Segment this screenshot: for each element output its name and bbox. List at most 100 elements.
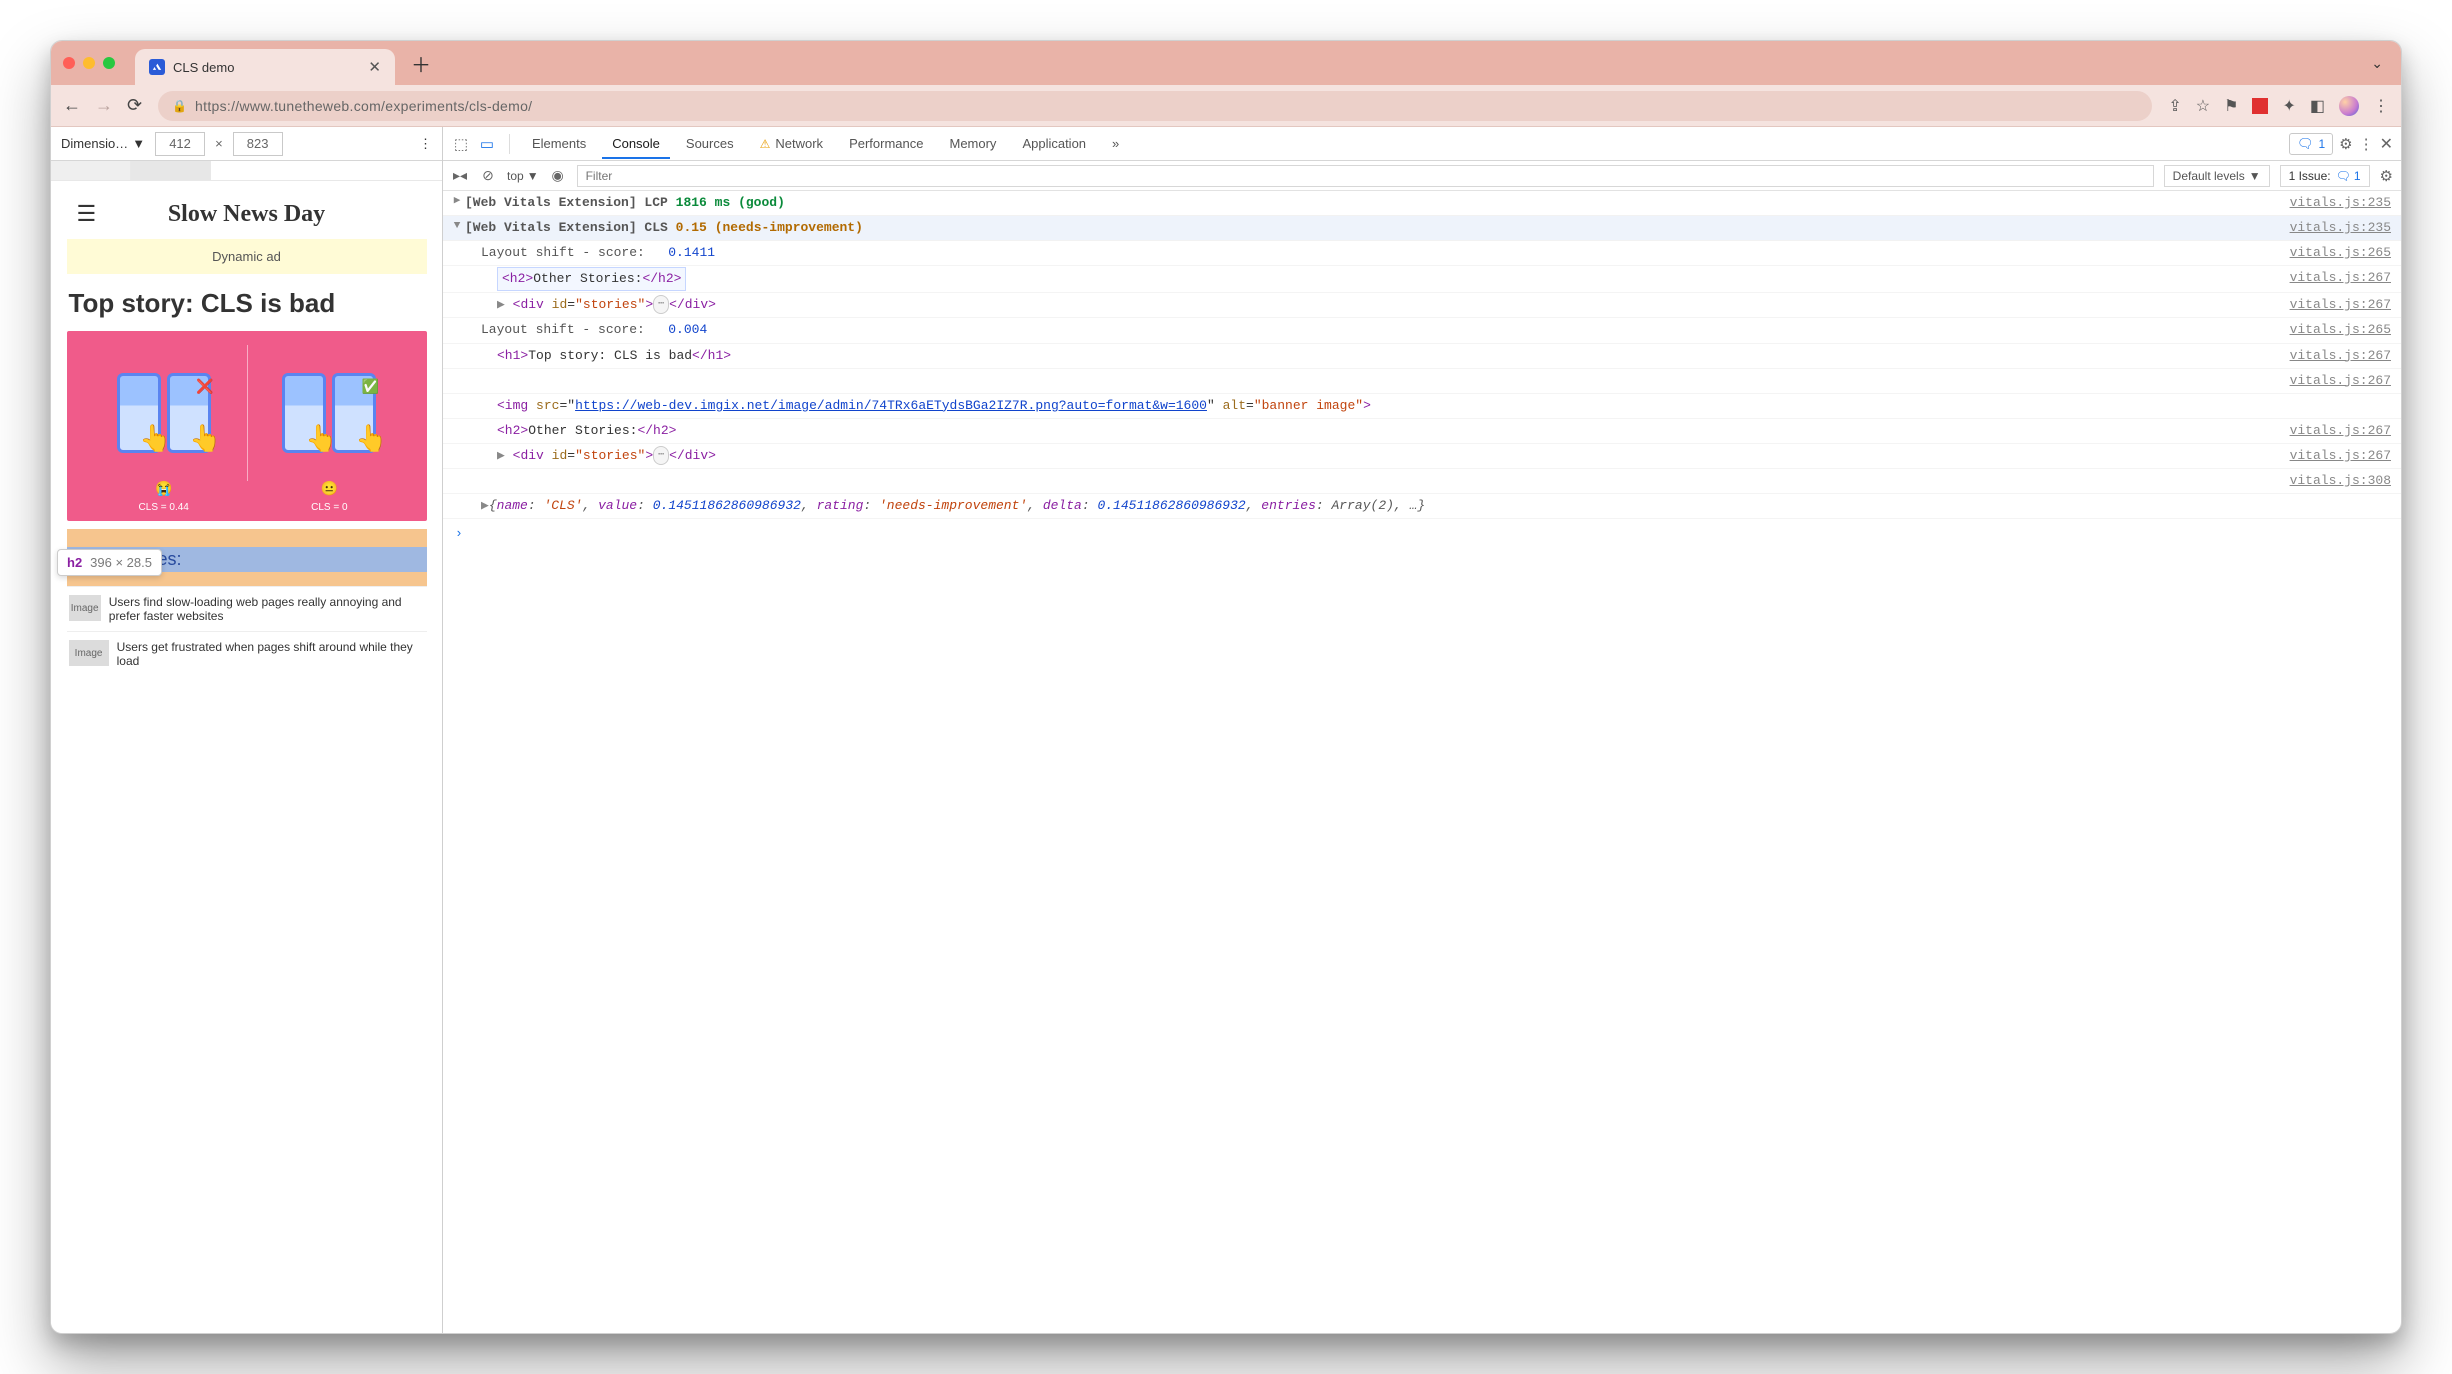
story-text: Users find slow-loading web pages really… xyxy=(109,595,425,623)
back-button[interactable]: ← xyxy=(63,95,81,116)
url-input[interactable]: 🔒 https://www.tunetheweb.com/experiments… xyxy=(158,91,2152,121)
console-output: ▶ [Web Vitals Extension] LCP 1816 ms (go… xyxy=(443,191,2401,1333)
console-row[interactable]: vitals.js:308 xyxy=(443,469,2401,494)
log-levels-select[interactable]: Default levels▼ xyxy=(2164,165,2270,187)
forward-button[interactable]: → xyxy=(95,95,113,116)
source-link[interactable]: vitals.js:265 xyxy=(2290,319,2391,341)
window-controls xyxy=(63,57,115,69)
device-toolbar: Dimensio…▼ × ⋮ xyxy=(51,127,442,161)
console-row[interactable]: vitals.js:267 xyxy=(443,369,2401,394)
width-input[interactable] xyxy=(155,132,205,156)
source-link[interactable]: vitals.js:267 xyxy=(2290,445,2391,467)
page-preview: ☰ Slow News Day Dynamic ad Top story: CL… xyxy=(51,181,442,1333)
console-sidebar-toggle[interactable]: ▸◂ xyxy=(451,167,469,184)
main-area: Dimensio…▼ × ⋮ ☰ Slow News Day Dynamic a… xyxy=(51,127,2401,1333)
settings-icon[interactable]: ⚙ xyxy=(2339,135,2352,153)
page-headline: Top story: CLS is bad xyxy=(69,288,425,319)
bookmark-icon[interactable]: ☆ xyxy=(2196,96,2210,116)
device-options-button[interactable]: ⋮ xyxy=(419,136,432,152)
tab-application[interactable]: Application xyxy=(1012,128,1096,159)
window-close-button[interactable] xyxy=(63,57,75,69)
list-item[interactable]: Image Users get frustrated when pages sh… xyxy=(67,631,427,676)
inspect-element-icon[interactable]: ⬚ xyxy=(451,135,471,153)
banner-caption-left: CLS = 0.44 xyxy=(81,502,247,513)
device-select[interactable]: Dimensio…▼ xyxy=(61,136,145,151)
reload-button[interactable]: ⟳ xyxy=(127,95,142,116)
source-link[interactable]: vitals.js:235 xyxy=(2290,192,2391,214)
tab-performance[interactable]: Performance xyxy=(839,128,933,159)
context-select[interactable]: top▼ xyxy=(507,169,539,183)
tab-network[interactable]: Network xyxy=(750,128,833,159)
source-link[interactable]: vitals.js:235 xyxy=(2290,217,2391,239)
console-prompt[interactable]: › xyxy=(443,519,2401,549)
tab-elements[interactable]: Elements xyxy=(522,128,596,159)
tab-close-button[interactable]: ✕ xyxy=(368,58,381,76)
flag-icon[interactable]: ⚑ xyxy=(2224,96,2238,116)
issues-button[interactable]: 1 Issue: 🗨1 xyxy=(2280,165,2370,187)
source-link[interactable]: vitals.js:308 xyxy=(2290,470,2391,492)
dimension-separator: × xyxy=(215,136,223,151)
extensions-icon[interactable]: ✦ xyxy=(2282,96,2295,116)
source-link[interactable]: vitals.js:267 xyxy=(2290,345,2391,367)
device-preview-panel: Dimensio…▼ × ⋮ ☰ Slow News Day Dynamic a… xyxy=(51,127,443,1333)
console-row[interactable]: <img src="https://web-dev.imgix.net/imag… xyxy=(443,394,2401,419)
console-row[interactable]: ▼ [Web Vitals Extension] CLS 0.15 (needs… xyxy=(443,216,2401,241)
tab-memory[interactable]: Memory xyxy=(939,128,1006,159)
tab-sources[interactable]: Sources xyxy=(676,128,744,159)
devtools-panel: ⬚ ▭ Elements Console Sources Network Per… xyxy=(443,127,2401,1333)
titlebar: CLS demo ✕ ＋ ⌄ xyxy=(51,41,2401,85)
story-thumb: Image xyxy=(69,640,109,666)
tab-console[interactable]: Console xyxy=(602,128,670,159)
ruler xyxy=(51,161,442,181)
menu-icon[interactable]: ☰ xyxy=(77,201,97,227)
share-icon[interactable]: ⇪ xyxy=(2168,96,2181,116)
source-link[interactable]: vitals.js:267 xyxy=(2290,294,2391,316)
banner-caption-right: CLS = 0 xyxy=(247,502,413,513)
window-maximize-button[interactable] xyxy=(103,57,115,69)
console-row[interactable]: ▶ [Web Vitals Extension] LCP 1816 ms (go… xyxy=(443,191,2401,216)
list-item[interactable]: Image Users find slow-loading web pages … xyxy=(67,586,427,631)
source-link[interactable]: vitals.js:267 xyxy=(2290,420,2391,442)
ad-banner: Dynamic ad xyxy=(67,239,427,274)
tabs-overflow-button[interactable]: » xyxy=(1102,128,1129,159)
story-thumb: Image xyxy=(69,595,101,621)
devtools-close-button[interactable]: ✕ xyxy=(2380,134,2393,154)
console-row[interactable]: <h1>Top story: CLS is bad</h1> vitals.js… xyxy=(443,344,2401,369)
console-settings-icon[interactable]: ⚙ xyxy=(2380,167,2393,185)
tabs-menu-button[interactable]: ⌄ xyxy=(2371,55,2383,72)
live-expression-icon[interactable]: ◉ xyxy=(549,167,567,184)
console-row[interactable]: ▶ <div id="stories">⋯</div> vitals.js:26… xyxy=(443,444,2401,469)
console-row[interactable]: Layout shift - score: 0.004 vitals.js:26… xyxy=(443,318,2401,343)
toolbar-icons: ⇪ ☆ ⚑ ✦ ◧ ⋮ xyxy=(2168,96,2389,116)
clear-console-button[interactable]: ⊘ xyxy=(479,167,497,184)
extension-red-icon[interactable] xyxy=(2252,98,2268,114)
console-badge[interactable]: 🗨 1 xyxy=(2289,133,2333,155)
tooltip-dims: 396 × 28.5 xyxy=(90,555,152,570)
window-minimize-button[interactable] xyxy=(83,57,95,69)
address-bar: ← → ⟳ 🔒 https://www.tunetheweb.com/exper… xyxy=(51,85,2401,127)
height-input[interactable] xyxy=(233,132,283,156)
console-row[interactable]: <h2>Other Stories:</h2> vitals.js:267 xyxy=(443,419,2401,444)
console-row[interactable]: <h2>Other Stories:</h2> vitals.js:267 xyxy=(443,266,2401,293)
story-text: Users get frustrated when pages shift ar… xyxy=(117,640,425,668)
console-row[interactable]: ▶ <div id="stories">⋯</div> vitals.js:26… xyxy=(443,293,2401,318)
source-link[interactable]: vitals.js:265 xyxy=(2290,242,2391,264)
new-tab-button[interactable]: ＋ xyxy=(411,49,431,78)
device-toggle-icon[interactable]: ▭ xyxy=(477,135,497,153)
element-tooltip: h2 396 × 28.5 xyxy=(57,549,162,576)
console-row[interactable]: Layout shift - score: 0.1411 vitals.js:2… xyxy=(443,241,2401,266)
console-toolbar: ▸◂ ⊘ top▼ ◉ Default levels▼ 1 Issue: 🗨1 … xyxy=(443,161,2401,191)
browser-window: CLS demo ✕ ＋ ⌄ ← → ⟳ 🔒 https://www.tunet… xyxy=(50,40,2402,1334)
console-filter-input[interactable] xyxy=(577,165,2154,187)
source-link[interactable]: vitals.js:267 xyxy=(2290,370,2391,392)
devtools-menu-button[interactable]: ⋮ xyxy=(2359,135,2374,153)
chrome-menu-button[interactable]: ⋮ xyxy=(2373,96,2389,116)
console-row[interactable]: ▶ {name: 'CLS', value: 0.145118628609869… xyxy=(443,494,2401,519)
page-header: ☰ Slow News Day xyxy=(67,193,427,235)
profile-avatar[interactable] xyxy=(2339,96,2359,116)
tooltip-tag: h2 xyxy=(67,555,82,570)
source-link[interactable]: vitals.js:267 xyxy=(2290,267,2391,291)
message-icon: 🗨 xyxy=(2297,136,2314,152)
sidepanel-icon[interactable]: ◧ xyxy=(2310,96,2325,116)
browser-tab[interactable]: CLS demo ✕ xyxy=(135,49,395,85)
